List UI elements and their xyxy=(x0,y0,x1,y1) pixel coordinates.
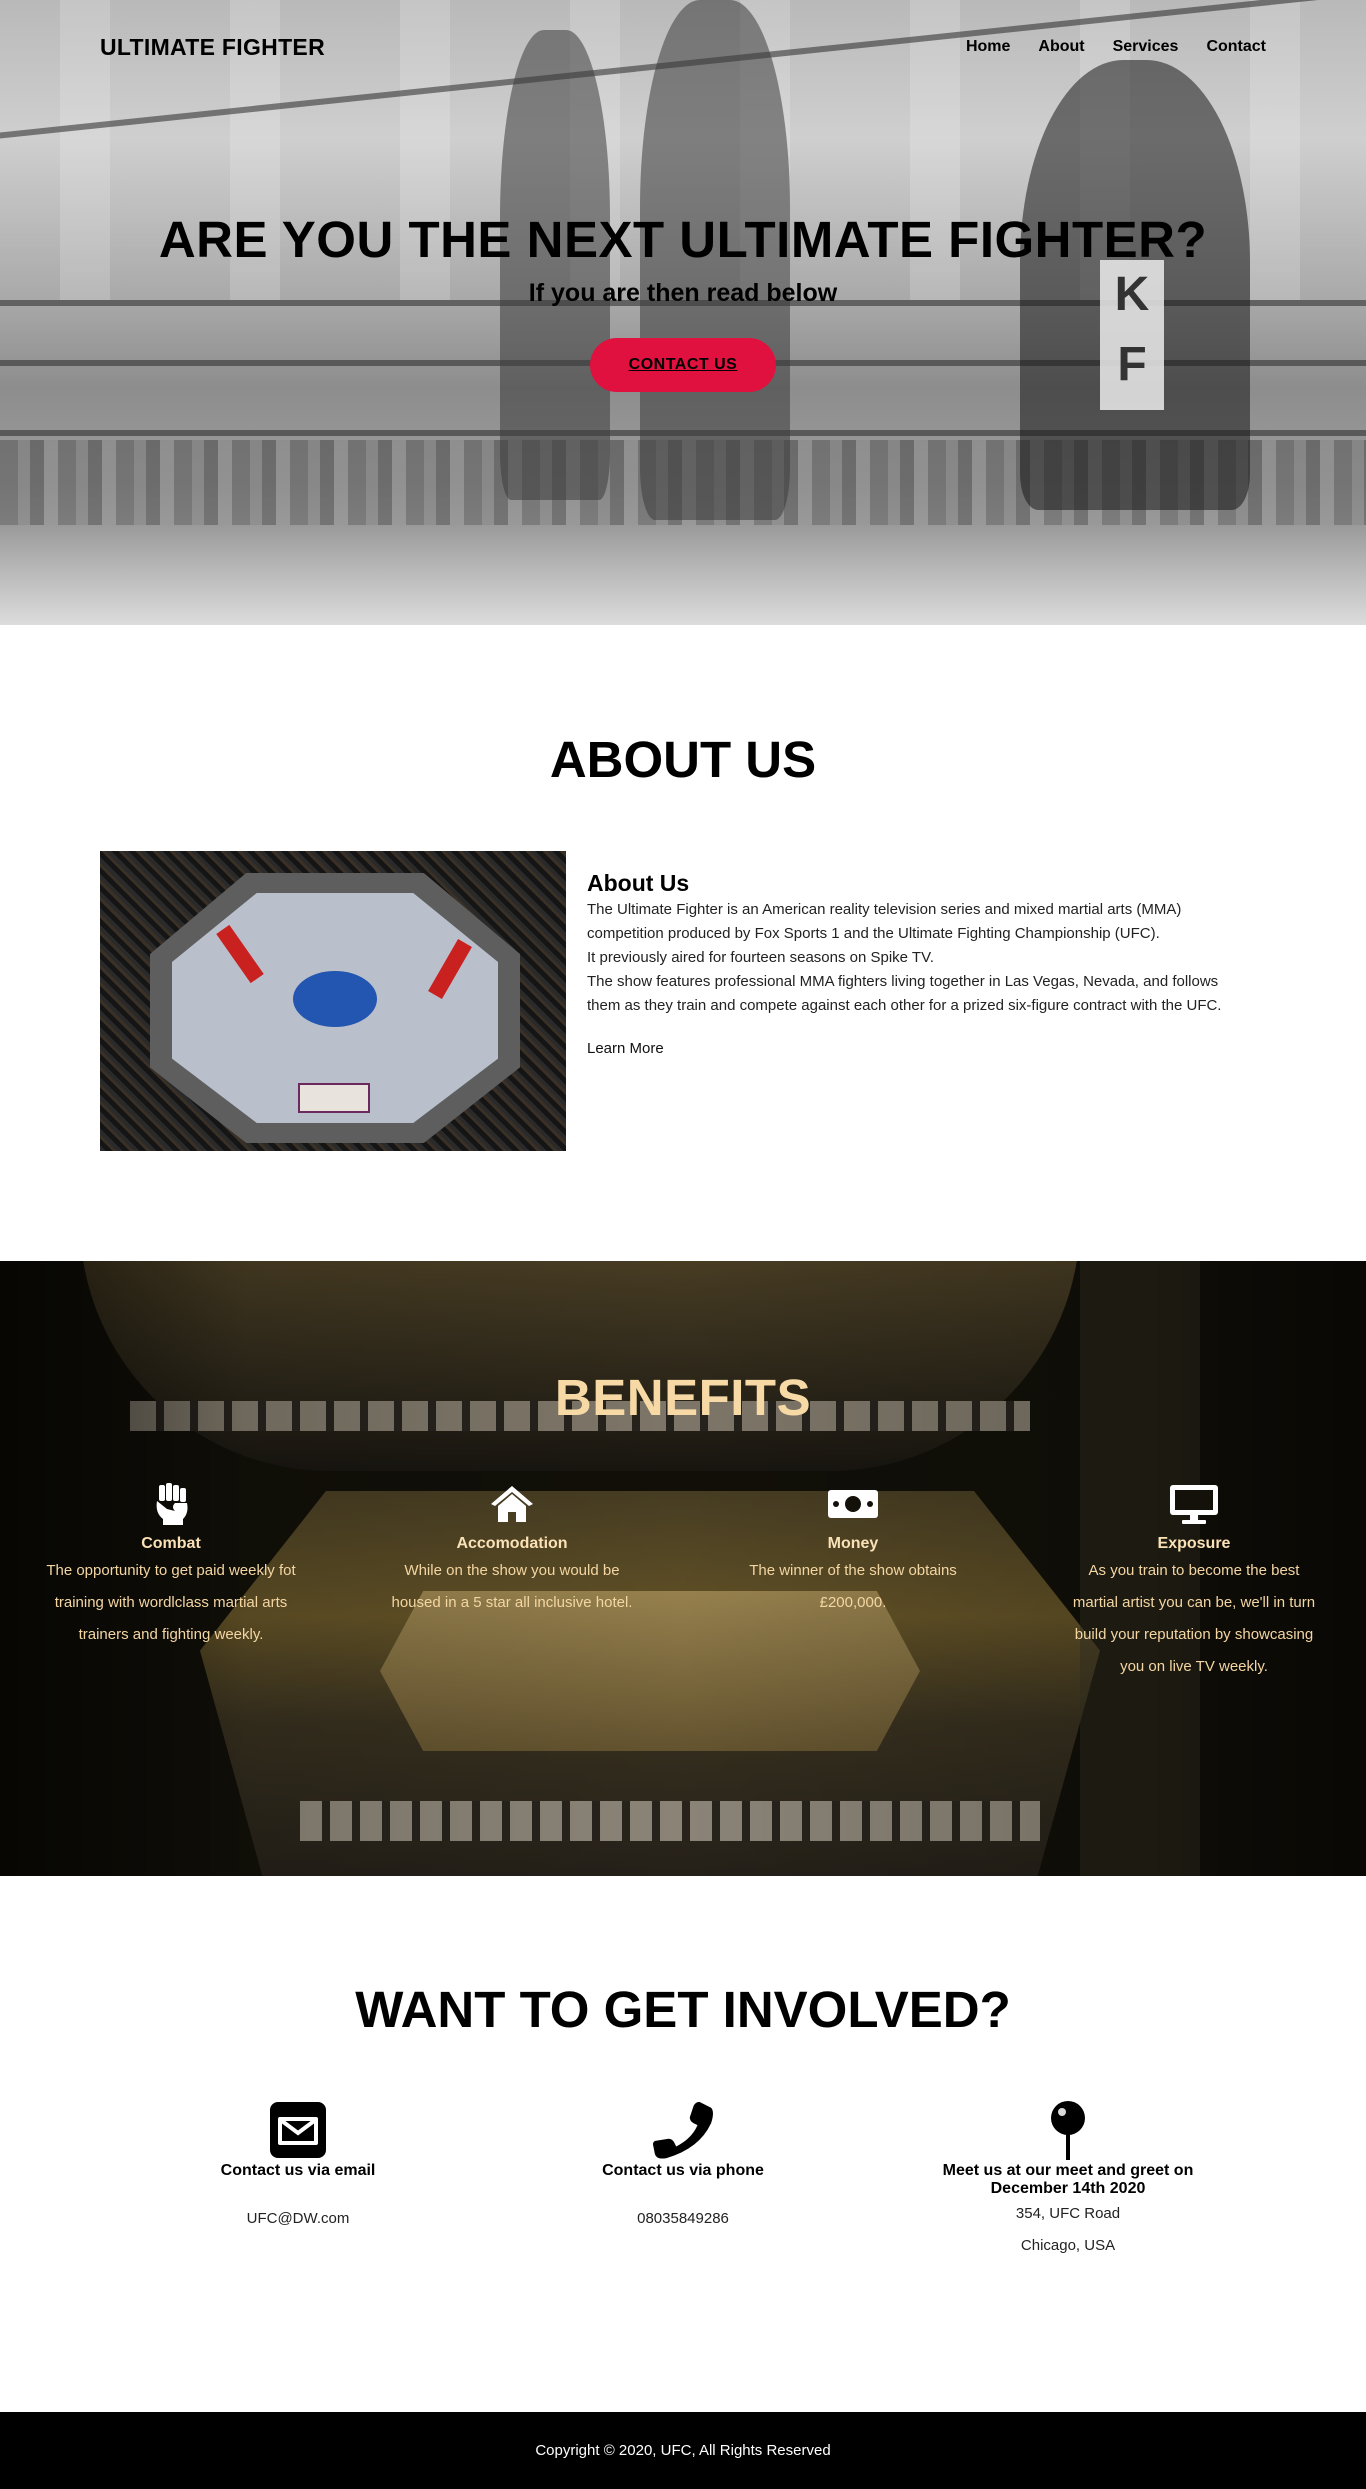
contact-us-button[interactable]: CONTACT US xyxy=(590,338,776,392)
monitor-icon xyxy=(1170,1485,1218,1524)
contact-label: Meet us at our meet and greet on Decembe… xyxy=(942,2162,1194,2197)
hero-section: KF ULTIMATE FIGHTER Home About Services … xyxy=(0,0,1366,625)
about-section-title: ABOUT US xyxy=(549,731,817,788)
nav-item-contact[interactable]: Contact xyxy=(1206,38,1266,56)
contact-item-email: Contact us via email UFC@DW.com xyxy=(148,2100,448,2227)
brand-logo-text[interactable]: ULTIMATE FIGHTER xyxy=(100,34,325,61)
footer: Copyright © 2020, UFC, All Rights Reserv… xyxy=(0,2412,1366,2489)
benefit-name: Accomodation xyxy=(456,1535,568,1552)
benefit-item: Money The winner of the show obtains £20… xyxy=(728,1483,978,1619)
benefit-description: As you train to become the best martial … xyxy=(1072,1562,1316,1675)
about-text-block: About Us The Ultimate Fighter is an Amer… xyxy=(587,870,1237,1058)
about-heading: About Us xyxy=(587,870,690,896)
top-navbar: ULTIMATE FIGHTER Home About Services Con… xyxy=(0,0,1366,96)
contact-email-value[interactable]: UFC@DW.com xyxy=(148,2210,448,2227)
learn-more-link[interactable]: Learn More xyxy=(587,1040,664,1057)
benefit-name: Exposure xyxy=(1157,1535,1231,1552)
benefit-description: While on the show you would be housed in… xyxy=(391,1562,633,1611)
about-paragraph: The Ultimate Fighter is an American real… xyxy=(587,898,1237,1018)
benefit-item: Accomodation While on the show you would… xyxy=(387,1483,637,1619)
contact-item-phone: Contact us via phone 08035849286 xyxy=(533,2100,833,2227)
benefits-title: BENEFITS xyxy=(554,1369,812,1426)
octagon-image xyxy=(100,851,566,1151)
benefit-item: Combat The opportunity to get paid weekl… xyxy=(46,1483,296,1651)
contact-section-title: WANT TO GET INVOLVED? xyxy=(355,1981,1011,2038)
benefit-item: Exposure As you train to become the best… xyxy=(1069,1483,1319,1683)
contact-item-location: Meet us at our meet and greet on Decembe… xyxy=(918,2100,1218,2262)
contact-address-line: Chicago, USA xyxy=(1020,2237,1116,2254)
nav-item-home[interactable]: Home xyxy=(966,38,1010,56)
benefit-name: Money xyxy=(827,1535,879,1552)
fist-icon xyxy=(156,1483,188,1525)
hero-content: ARE YOU THE NEXT ULTIMATE FIGHTER? If yo… xyxy=(0,210,1366,392)
about-paragraph-line: The show features professional MMA fight… xyxy=(587,973,1222,1014)
copyright-text: Copyright © 2020, UFC, All Rights Reserv… xyxy=(535,2442,831,2459)
house-icon xyxy=(491,1486,533,1522)
nav-item-services[interactable]: Services xyxy=(1113,38,1179,56)
benefit-description: The winner of the show obtains £200,000. xyxy=(749,1562,957,1611)
phone-icon xyxy=(653,2101,713,2159)
nav-item-about[interactable]: About xyxy=(1038,38,1084,56)
about-paragraph-line: It previously aired for fourteen seasons… xyxy=(587,949,934,966)
map-pin-icon xyxy=(1051,2101,1085,2160)
envelope-icon xyxy=(270,2102,326,2158)
money-icon xyxy=(828,1490,878,1518)
benefits-section: BENEFITS Combat The opportunity to get p… xyxy=(0,1261,1366,1876)
hero-title: ARE YOU THE NEXT ULTIMATE FIGHTER? xyxy=(158,211,1208,268)
hero-subtitle: If you are then read below xyxy=(528,279,838,307)
nav-menu: Home About Services Contact xyxy=(966,38,1266,56)
contact-label: Contact us via email xyxy=(220,2162,376,2179)
benefit-description: The opportunity to get paid weekly fot t… xyxy=(46,1562,296,1643)
hero-ring-mat xyxy=(0,525,1366,625)
contact-address-line: 354, UFC Road xyxy=(1015,2205,1121,2222)
benefit-name: Combat xyxy=(141,1535,201,1552)
about-paragraph-line: The Ultimate Fighter is an American real… xyxy=(587,901,1182,942)
contact-label: Contact us via phone xyxy=(602,2162,764,2179)
contact-phone-value[interactable]: 08035849286 xyxy=(533,2210,833,2227)
